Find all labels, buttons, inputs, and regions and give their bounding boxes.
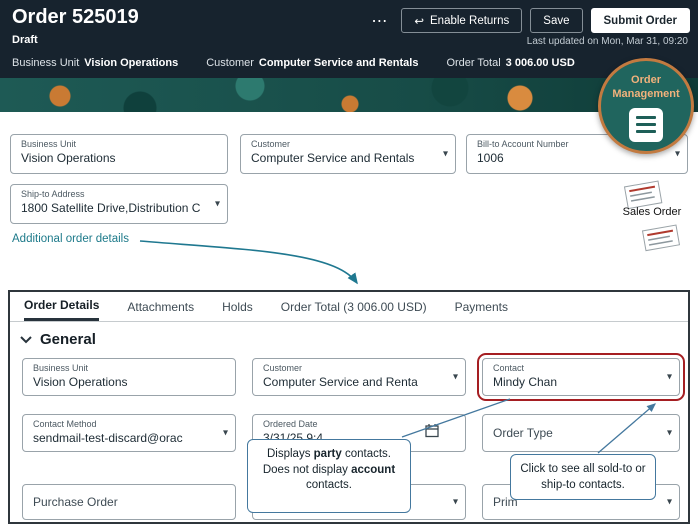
save-button[interactable]: Save <box>530 8 583 33</box>
field-label: Ordered Date <box>263 419 318 429</box>
field-label: Ship-to Address <box>21 189 85 199</box>
order-summary-strip: Business Unit Vision Operations Customer C… <box>12 57 575 69</box>
chevron-down-icon[interactable]: ▾ <box>453 497 458 508</box>
field-label: Business Unit <box>21 139 77 149</box>
sales-order-graphic: Sales Order <box>616 180 688 252</box>
detail-customer-field[interactable]: Customer Computer Service and Renta ▾ <box>252 358 466 396</box>
section-title: General <box>40 331 96 348</box>
chevron-down-icon[interactable]: ▾ <box>667 497 672 508</box>
tab-order-details[interactable]: Order Details <box>24 292 100 321</box>
chevron-down-icon[interactable]: ▾ <box>215 199 220 210</box>
tab-holds[interactable]: Holds <box>222 292 253 321</box>
page-header: Order 525019 Draft ⋯ ↩ Enable Returns Sa… <box>0 0 698 78</box>
submit-order-label: Submit Order <box>603 14 677 27</box>
field-label: Business Unit <box>33 363 89 373</box>
field-label: Customer <box>263 363 303 373</box>
field-value: Vision Operations <box>33 375 128 390</box>
summary-business-unit: Business Unit Vision Operations <box>12 57 179 69</box>
chevron-down-icon[interactable]: ▾ <box>453 372 458 383</box>
detail-business-unit-field[interactable]: Business Unit Vision Operations <box>22 358 236 396</box>
order-detail-panel: Order Details Attachments Holds Order To… <box>8 290 690 524</box>
collapse-chevron-icon[interactable] <box>20 335 32 344</box>
order-management-label: Order Management <box>612 74 680 100</box>
field-label: Customer <box>251 139 291 149</box>
detail-tabs: Order Details Attachments Holds Order To… <box>10 292 688 322</box>
field-value: Mindy Chan <box>493 375 558 390</box>
tab-payments[interactable]: Payments <box>455 292 508 321</box>
summary-customer: Customer Computer Service and Rentals <box>206 57 419 69</box>
ship-to-address-field[interactable]: Ship-to Address 1800 Satellite Drive,Dis… <box>10 184 228 224</box>
party-contacts-callout: Displays party contacts. Does not displa… <box>247 439 411 513</box>
tab-order-total[interactable]: Order Total (3 006.00 USD) <box>281 292 427 321</box>
chevron-down-icon[interactable]: ▾ <box>223 428 228 439</box>
last-updated-text: Last updated on Mon, Mar 31, 09:20 <box>526 36 688 47</box>
sales-order-label: Sales Order <box>622 206 682 218</box>
order-management-badge: Order Management <box>598 58 694 154</box>
summary-order-total: Order Total 3 006.00 USD <box>446 57 575 69</box>
calendar-icon[interactable] <box>425 424 439 443</box>
contact-method-field[interactable]: Contact Method sendmail-test-discard@ora… <box>22 414 236 452</box>
return-arrow-icon: ↩ <box>414 15 425 28</box>
customer-field[interactable]: Customer Computer Service and Rentals ▾ <box>240 134 456 174</box>
general-section-header: General <box>20 331 96 348</box>
chevron-down-icon[interactable]: ▾ <box>675 149 680 160</box>
enable-returns-label: Enable Returns <box>430 14 510 27</box>
additional-details-arrow <box>139 240 358 285</box>
chevron-down-icon[interactable]: ▾ <box>667 372 672 383</box>
order-status-badge: Draft <box>12 34 38 46</box>
field-label: Contact Method <box>33 419 97 429</box>
tab-attachments[interactable]: Attachments <box>127 292 194 321</box>
field-label: Purchase Order <box>33 494 118 509</box>
field-label: Order Type <box>493 425 553 440</box>
order-type-field[interactable]: Order Type ▾ <box>482 414 680 452</box>
purchase-order-field[interactable]: Purchase Order <box>22 484 236 520</box>
enable-returns-button[interactable]: ↩ Enable Returns <box>401 8 523 33</box>
decorative-banner <box>0 78 698 112</box>
page-title: Order 525019 <box>12 6 139 28</box>
more-actions-icon[interactable]: ⋯ <box>365 11 393 31</box>
field-label: Contact <box>493 363 525 373</box>
save-label: Save <box>543 14 570 27</box>
field-value: Computer Service and Renta <box>263 375 418 390</box>
chevron-down-icon[interactable]: ▾ <box>667 428 672 439</box>
hamburger-icon <box>629 107 663 142</box>
field-value: 1800 Satellite Drive,Distribution C <box>21 201 201 216</box>
order-management-screen: Order 525019 Draft ⋯ ↩ Enable Returns Sa… <box>0 0 698 528</box>
field-value: Vision Operations <box>21 151 116 166</box>
additional-order-details-link[interactable]: Additional order details <box>12 233 129 245</box>
click-contacts-callout: Click to see all sold-to or ship-to cont… <box>510 454 656 500</box>
chevron-down-icon[interactable]: ▾ <box>443 149 448 160</box>
submit-order-button[interactable]: Submit Order <box>590 8 690 33</box>
field-value: Computer Service and Rentals <box>251 151 415 166</box>
field-value: sendmail-test-discard@orac <box>33 431 183 446</box>
header-actions: ⋯ ↩ Enable Returns Save Submit Order <box>365 8 690 33</box>
contact-field[interactable]: Contact Mindy Chan ▾ <box>477 353 685 401</box>
business-unit-field[interactable]: Business Unit Vision Operations <box>10 134 228 174</box>
